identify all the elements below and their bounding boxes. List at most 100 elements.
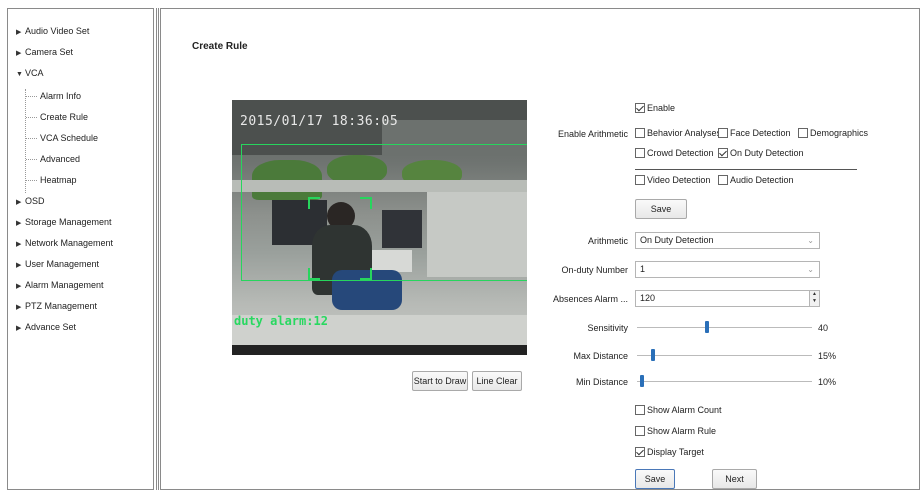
on-duty-number-select[interactable]: 1 ⌄ <box>635 261 820 278</box>
sidebar-item-network-management[interactable]: ▶ Network Management <box>16 236 113 250</box>
video-timestamp: 2015/01/17 18:36:05 <box>240 114 399 129</box>
sidebar-item-label: Advance Set <box>25 322 77 332</box>
expand-arrow-icon: ▶ <box>16 199 22 206</box>
tree-connector <box>26 180 37 181</box>
sidebar-item-label: VCA <box>25 68 44 78</box>
sidebar-item-user-management[interactable]: ▶ User Management <box>16 257 99 271</box>
min-distance-slider[interactable] <box>637 375 812 389</box>
sidebar-item-vca-schedule[interactable]: VCA Schedule <box>40 131 98 145</box>
sidebar-item-create-rule[interactable]: Create Rule <box>40 110 88 124</box>
sidebar-item-label: Camera Set <box>25 47 74 57</box>
demographics-checkbox[interactable]: Demographics <box>798 127 868 140</box>
max-distance-slider[interactable] <box>637 349 812 363</box>
tree-connector <box>26 96 37 97</box>
checkbox-label: Enable <box>647 103 676 113</box>
sidebar-item-alarm-info[interactable]: Alarm Info <box>40 89 81 103</box>
checkbox-label: Crowd Detection <box>647 148 714 158</box>
tree-connector <box>26 117 37 118</box>
start-to-draw-button[interactable]: Start to Draw <box>412 371 468 391</box>
checkbox-label: Demographics <box>810 128 869 138</box>
video-detection-checkbox[interactable]: Video Detection <box>635 174 710 187</box>
save-button[interactable]: Save <box>635 469 675 489</box>
arithmetic-label: Arithmetic <box>587 236 628 246</box>
target-box-corner <box>308 268 320 280</box>
target-box-corner <box>360 268 372 280</box>
max-distance-value: 15% <box>818 351 837 361</box>
checkbox-label: Display Target <box>647 447 704 457</box>
crowd-detection-checkbox[interactable]: Crowd Detection <box>635 147 714 160</box>
checkbox-icon <box>635 128 645 138</box>
sidebar-item-camera-set[interactable]: ▶ Camera Set <box>16 45 73 59</box>
expand-arrow-icon: ▶ <box>16 304 22 311</box>
on-duty-number-value: 1 <box>640 264 646 274</box>
line-clear-button[interactable]: Line Clear <box>472 371 522 391</box>
slider-track <box>637 355 812 356</box>
sidebar-item-label: Network Management <box>25 238 114 248</box>
sidebar-item-ptz-management[interactable]: ▶ PTZ Management <box>16 299 97 313</box>
target-box-corner <box>360 197 372 209</box>
sidebar-item-label: Alarm Management <box>25 280 104 290</box>
show-alarm-rule-checkbox[interactable]: Show Alarm Rule <box>635 425 716 438</box>
min-distance-label: Min Distance <box>575 377 628 387</box>
max-distance-label: Max Distance <box>573 351 628 361</box>
sidebar-item-label: Storage Management <box>25 217 112 227</box>
section-divider <box>635 169 857 170</box>
sidebar-item-label: OSD <box>25 196 45 206</box>
checkbox-label: Show Alarm Count <box>647 405 722 415</box>
expand-arrow-icon: ▶ <box>16 29 22 36</box>
tree-connector <box>26 159 37 160</box>
on-duty-number-label: On-duty Number <box>561 265 628 275</box>
checkbox-icon <box>635 426 645 436</box>
sensitivity-label: Sensitivity <box>587 323 628 333</box>
checkbox-checked-icon <box>635 447 645 457</box>
expand-arrow-icon: ▶ <box>16 325 22 332</box>
page-title: Create Rule <box>192 41 248 52</box>
sidebar-nav: ▶ Audio Video Set ▶ Camera Set ▼ VCA Alarm … <box>7 8 159 490</box>
checkbox-icon <box>635 175 645 185</box>
sidebar-item-alarm-management[interactable]: ▶ Alarm Management <box>16 278 104 292</box>
checkbox-label: Video Detection <box>647 175 711 185</box>
next-button[interactable]: Next <box>712 469 757 489</box>
sidebar-item-audio-video-set[interactable]: ▶ Audio Video Set <box>16 24 89 38</box>
save-arithmetic-button[interactable]: Save <box>635 199 687 219</box>
slider-thumb[interactable] <box>640 375 644 387</box>
enable-checkbox[interactable]: Enable <box>635 102 675 115</box>
tree-connector <box>25 89 26 193</box>
checkbox-label: Face Detection <box>730 128 791 138</box>
behavior-analyses-checkbox[interactable]: Behavior Analyses <box>635 127 721 140</box>
absences-alarm-label: Absences Alarm ... <box>552 294 628 304</box>
sidebar-item-heatmap[interactable]: Heatmap <box>40 173 77 187</box>
video-bottom-bar <box>232 345 527 355</box>
spinner-up-icon[interactable]: ▲ <box>810 291 819 298</box>
arithmetic-select[interactable]: On Duty Detection ⌄ <box>635 232 820 249</box>
audio-detection-checkbox[interactable]: Audio Detection <box>718 174 794 187</box>
sidebar-item-vca[interactable]: ▼ VCA <box>16 66 44 80</box>
enable-arithmetic-label: Enable Arithmetic <box>557 129 628 139</box>
checkbox-icon <box>635 405 645 415</box>
sensitivity-slider[interactable] <box>637 321 812 335</box>
face-detection-checkbox[interactable]: Face Detection <box>718 127 791 140</box>
expand-arrow-icon: ▶ <box>16 262 22 269</box>
video-alarm-overlay: duty alarm:12 <box>234 314 328 328</box>
video-preview[interactable]: 2015/01/17 18:36:05 duty alarm:12 <box>232 100 527 355</box>
sidebar-item-osd[interactable]: ▶ OSD <box>16 194 45 208</box>
sidebar-item-storage-management[interactable]: ▶ Storage Management <box>16 215 112 229</box>
checkbox-icon <box>718 128 728 138</box>
checkbox-checked-icon <box>718 148 728 158</box>
sidebar-item-label: PTZ Management <box>25 301 98 311</box>
sidebar-item-label: Audio Video Set <box>25 26 90 36</box>
target-box-corner <box>308 197 320 209</box>
show-alarm-count-checkbox[interactable]: Show Alarm Count <box>635 404 722 417</box>
display-target-checkbox[interactable]: Display Target <box>635 446 704 459</box>
chevron-down-icon: ⌄ <box>807 265 814 274</box>
checkbox-label: On Duty Detection <box>730 148 804 158</box>
slider-thumb[interactable] <box>651 349 655 361</box>
sidebar-item-advanced[interactable]: Advanced <box>40 152 80 166</box>
slider-thumb[interactable] <box>705 321 709 333</box>
arithmetic-select-value: On Duty Detection <box>640 235 714 245</box>
absences-alarm-input[interactable]: 120 ▲ ▼ <box>635 290 820 307</box>
spinner-down-icon[interactable]: ▼ <box>810 298 819 305</box>
on-duty-detection-checkbox[interactable]: On Duty Detection <box>718 147 804 160</box>
checkbox-label: Audio Detection <box>730 175 794 185</box>
sidebar-item-advance-set[interactable]: ▶ Advance Set <box>16 320 76 334</box>
